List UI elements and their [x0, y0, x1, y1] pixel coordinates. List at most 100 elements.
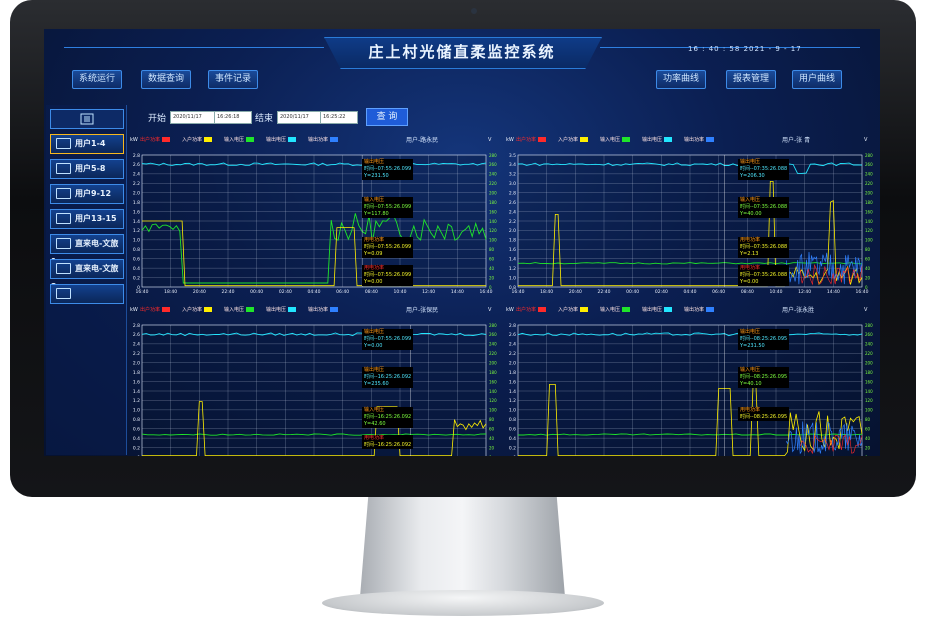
y2-tick-label: 60	[865, 257, 871, 262]
legend-label: 输出功率	[684, 137, 705, 143]
y2-tick-label: 80	[865, 247, 871, 252]
legend-label: 入户功率	[558, 307, 579, 313]
sidebar-item-user9-12[interactable]: 用户9-12	[50, 184, 124, 204]
y2-tick-label: 220	[489, 181, 497, 186]
nav-power-curve[interactable]: 功率曲线	[656, 70, 707, 89]
legend-swatch	[204, 137, 213, 142]
y2-tick-label: 240	[865, 342, 873, 347]
y-tick-label: 2.4	[509, 342, 516, 348]
sidebar-item-user13-15[interactable]: 用户13-15	[50, 209, 124, 229]
sidebar-item-wenlv2[interactable]: 直来电-文旅2	[50, 259, 124, 291]
legend-item[interactable]: 输出功率	[684, 136, 715, 143]
y-tick-label: 3.4	[509, 162, 516, 168]
y-tick-label: 1.8	[509, 370, 516, 376]
nav-report-manage[interactable]: 报表管理	[726, 70, 777, 89]
legend-item[interactable]: 出户功率	[140, 136, 171, 143]
legend-swatch	[330, 137, 339, 142]
y-tick-label: 1.6	[133, 209, 140, 215]
nav-event-log[interactable]: 事件记录	[208, 70, 259, 89]
y-tick-label: 0.6	[133, 257, 140, 263]
folder-icon	[56, 163, 71, 174]
x-tick-label: 08:40	[365, 289, 378, 295]
y2-tick-label: 140	[865, 389, 873, 394]
legend-item[interactable]: 输入电压	[600, 136, 631, 143]
y2-tick-label: 260	[865, 162, 873, 167]
tooltip-time: 时间--08:25:26.095	[740, 414, 788, 420]
query-button[interactable]: 查 询	[366, 108, 408, 126]
legend-label: 出户功率	[516, 307, 537, 313]
y-tick-label: 1.2	[509, 398, 516, 404]
legend-item[interactable]: 输出功率	[308, 306, 339, 313]
tooltip-series: 输入电压	[364, 407, 385, 413]
sidebar-item-user1-4[interactable]: 用户1-4	[50, 134, 124, 154]
y-tick-label: 2.6	[133, 162, 140, 168]
unit-label: kW	[506, 137, 514, 143]
folder-icon	[56, 288, 71, 299]
legend-item[interactable]: 输出电压	[642, 136, 673, 143]
tooltip-series: 用电功率	[740, 407, 761, 413]
legend-item[interactable]: 输入电压	[224, 306, 255, 313]
legend-item[interactable]: 出户功率	[516, 306, 547, 313]
legend-item[interactable]: 输出功率	[684, 306, 715, 313]
legend-item[interactable]: 输入电压	[600, 306, 631, 313]
x-tick-label: 02:40	[279, 289, 292, 295]
y-tick-label: 1.4	[133, 219, 140, 225]
legend-item[interactable]: 输出电压	[642, 306, 673, 313]
end-date-input[interactable]: 2020/11/17	[277, 111, 323, 124]
y-tick-label: 2.2	[133, 181, 140, 187]
tooltip-time: 时间--07:55:26.099	[364, 272, 412, 278]
legend-item[interactable]: 入户功率	[558, 306, 589, 313]
y-tick-label: 1.6	[133, 379, 140, 385]
y2-tick-label: 160	[489, 379, 497, 384]
legend-item[interactable]: 出户功率	[516, 136, 547, 143]
sidebar-item-wenlv1[interactable]: 直来电-文旅1	[50, 234, 124, 266]
chart-legend: kW 出户功率 入户功率 输入电压 输出电压 输出功率	[130, 305, 500, 315]
legend-item[interactable]: 入户功率	[558, 136, 589, 143]
y-tick-label: 0	[513, 455, 516, 456]
legend-item[interactable]: 输出电压	[266, 136, 297, 143]
chart-panel[interactable]: kW 出户功率 入户功率 输入电压 输出电压 输出功率 用户-张保民 V 2.8 2.6 2.4 2.…	[130, 305, 500, 456]
start-time-input[interactable]: 16:26:18	[214, 111, 252, 124]
legend-label: 输出功率	[308, 137, 329, 143]
x-tick-label: 12:40	[798, 289, 811, 295]
y2-tick-label: 160	[865, 209, 873, 214]
y-tick-label: 1.2	[133, 398, 140, 404]
legend-item[interactable]: 出户功率	[140, 306, 171, 313]
legend-swatch	[580, 307, 589, 312]
end-time-input[interactable]: 16:25:22	[320, 111, 358, 124]
y2-tick-label: 80	[865, 417, 871, 422]
chart-panel[interactable]: kW 出户功率 入户功率 输入电压 输出电压 输出功率 用户-张 青 V 3.5 3.4 3.2 3.…	[506, 135, 876, 297]
legend-item[interactable]: 入户功率	[182, 306, 213, 313]
chart-panel[interactable]: kW 出户功率 入户功率 输入电压 输出电压 输出功率 用户-路永民 V 2.8 2.6 2.4 2.…	[130, 135, 500, 297]
legend-swatch	[246, 307, 255, 312]
legend-item[interactable]: 输出功率	[308, 136, 339, 143]
tooltip-time: 时间--16:25:26.092	[364, 414, 412, 420]
y-tick-label: 1.8	[133, 200, 140, 206]
nav-data-query[interactable]: 数据查询	[141, 70, 192, 89]
start-date-input[interactable]: 2020/11/17	[170, 111, 216, 124]
legend-item[interactable]: 输入电压	[224, 136, 255, 143]
y2-tick-label: 180	[489, 200, 497, 205]
page-title: 庄上村光储直柔监控系统	[368, 43, 556, 61]
sidebar-item-more[interactable]	[50, 284, 124, 304]
y-tick-label: 2.8	[133, 323, 140, 329]
y-tick-label: 0.8	[133, 247, 140, 253]
end-label: 结束	[255, 114, 274, 124]
sidebar-item-user5-8[interactable]: 用户5-8	[50, 159, 124, 179]
y2-tick-label: 200	[489, 191, 497, 196]
legend-swatch	[538, 137, 547, 142]
menu-toggle-button[interactable]	[50, 109, 124, 129]
x-tick-label: 10:40	[770, 289, 783, 295]
legend-item[interactable]: 入户功率	[182, 136, 213, 143]
chart-panel[interactable]: kW 出户功率 入户功率 输入电压 输出电压 输出功率 用户-张永胜 V 2.8 2.6 2.4 2.…	[506, 305, 876, 456]
nav-user-curve[interactable]: 用户曲线	[792, 70, 843, 89]
tooltip-value: Y=235.60	[364, 381, 389, 387]
y2-tick-label: 220	[489, 351, 497, 356]
nav-system-run[interactable]: 系统运行	[72, 70, 123, 89]
folder-icon	[56, 188, 71, 199]
y2-tick-label: 240	[489, 342, 497, 347]
x-tick-label: 10:40	[394, 289, 407, 295]
legend-item[interactable]: 输出电压	[266, 306, 297, 313]
x-tick-label: 06:40	[336, 289, 349, 295]
tooltip-time: 时间--08:25:26.095	[740, 374, 788, 380]
